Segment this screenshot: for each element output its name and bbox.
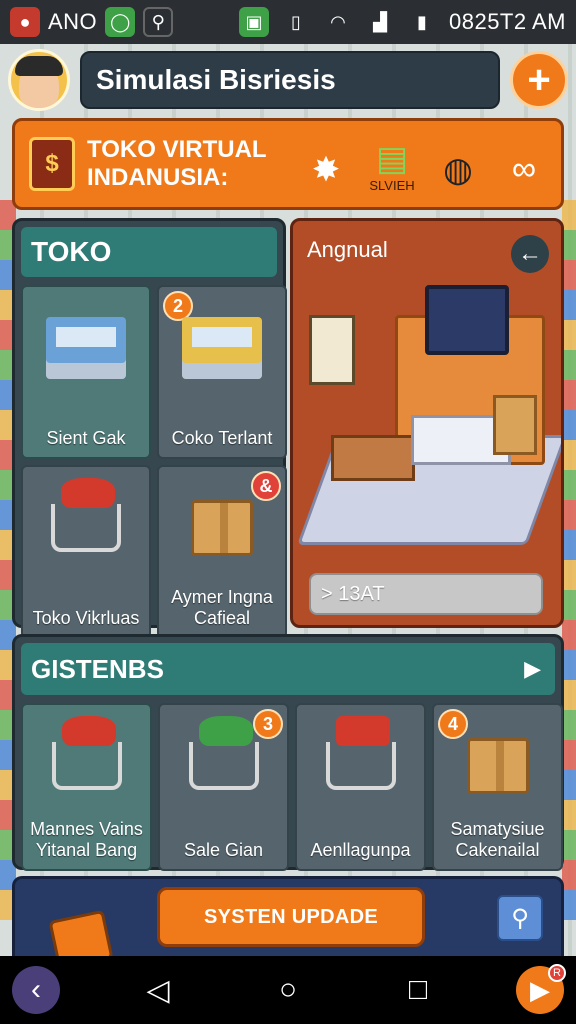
display-stand-icon — [182, 317, 262, 379]
battery-icon: ▮ — [417, 11, 427, 32]
play-icon: ▶ — [530, 974, 550, 1005]
battery-outline-icon: ▯ — [291, 11, 301, 32]
chevron-left-icon[interactable]: ‹ — [12, 966, 60, 1014]
banner-title-line2: INDANUSIA: — [87, 164, 229, 191]
desk-icon — [331, 435, 415, 481]
system-update-button[interactable]: SYSTEN UPDADE — [157, 887, 425, 947]
chain-link-icon[interactable]: ∞ — [501, 147, 547, 193]
tile-label: Sient Gak — [46, 428, 126, 448]
android-icon: ▣ — [238, 7, 269, 37]
toko-tile-display[interactable]: 2 Coko Terlant — [157, 285, 287, 459]
toko-heading: TOKO — [21, 227, 277, 277]
coin-stack-icon[interactable]: ◍ — [435, 147, 481, 193]
poster-icon — [309, 315, 355, 385]
tv-screen-icon — [425, 285, 509, 355]
navigation-bar: ‹ ◁ ○ □ ▶ R — [0, 956, 576, 1024]
avatar[interactable] — [8, 49, 70, 111]
add-button[interactable]: + — [510, 51, 568, 109]
toko-tile-store[interactable]: Sient Gak — [21, 285, 151, 459]
tile-label: Toko Vikrluas — [32, 608, 140, 628]
toko-tile-box[interactable]: & Aymer Ingna Cafieal — [157, 465, 287, 639]
signal-icon: ▟ — [373, 11, 387, 32]
boxes-icon — [493, 395, 537, 455]
search-icon: ⚲ — [143, 7, 174, 37]
tile-label: Aymer Ingna Cafieal — [171, 587, 273, 628]
toko-tile-cart[interactable]: Toko Vikrluas — [21, 465, 151, 639]
gist-tile-box[interactable]: 4 Samatysiue Cakenailal — [432, 703, 563, 871]
play-badge: R — [548, 964, 566, 982]
gist-tile-sale[interactable]: 3 Sale Gian — [158, 703, 289, 871]
gistenbs-heading: GISTENBS ▶ — [21, 643, 555, 695]
store-logo-icon: $ — [29, 137, 75, 191]
gist-tile-cart[interactable]: Mannes Vains Yitanal Bang — [21, 703, 152, 871]
tile-label: Aenllagunpa — [310, 840, 411, 860]
gistenbs-heading-text: GISTENBS — [31, 653, 164, 684]
header: Simulasi Bisriesis + — [8, 46, 568, 114]
store-scene-illustration — [296, 285, 561, 555]
tile-label: Mannes Vains Yitanal Bang — [30, 819, 143, 860]
tile-label: Coko Terlant — [171, 428, 273, 448]
location-pin-icon[interactable]: ⚲ — [497, 895, 543, 941]
banner-title: TOKO VIRTUAL INDANUSIA: — [87, 136, 267, 192]
star-icon[interactable]: ✸ — [303, 147, 349, 193]
notification-icon: ● — [10, 7, 40, 37]
cash-label: SLVIEH — [369, 177, 415, 193]
cash-icon[interactable]: ▤ — [369, 136, 415, 182]
toko-panel: TOKO Sient Gak 2 Coko Terlant Toko Vikrl… — [12, 218, 287, 639]
tile-label: Sale Gian — [183, 840, 264, 860]
tile-label: Samatysiue Cakenailal — [450, 819, 545, 860]
back-triangle-icon[interactable]: ◁ — [138, 970, 178, 1010]
angnual-action-button[interactable]: > 13AT — [309, 573, 543, 615]
back-arrow-button[interactable]: ← — [511, 235, 549, 273]
recents-square-icon[interactable]: □ — [398, 970, 438, 1010]
play-arrow-icon[interactable]: ▶ — [524, 656, 541, 682]
store-icon — [46, 317, 126, 379]
basket-icon — [325, 716, 396, 790]
update-bar: SYSTEN UPDADE ⚲ — [12, 876, 564, 971]
shopping-cart-icon — [51, 478, 121, 552]
package-box-icon — [466, 738, 529, 794]
produce-cart-icon — [51, 716, 122, 790]
play-button[interactable]: ▶ R — [516, 964, 566, 1014]
gistenbs-panel: GISTENBS ▶ Mannes Vains Yitanal Bang 3 S… — [12, 634, 564, 871]
status-app-label: ANO — [48, 9, 98, 34]
status-time: 0825T2 AM — [448, 9, 566, 34]
cash-cart-icon — [188, 716, 259, 790]
angnual-panel: Angnual ← > 13AT — [290, 218, 564, 628]
status-bar: ● ANO ◯ ⚲ ▣ ▯ ◠ ▟ ▮ 0825T2 AM — [0, 0, 576, 44]
page-title: Simulasi Bisriesis — [80, 51, 500, 109]
wifi-icon: ◠ — [330, 11, 346, 32]
green-app-icon: ◯ — [105, 7, 136, 37]
store-banner: $ TOKO VIRTUAL INDANUSIA: ✸ ▤ SLVIEH ◍ ∞ — [12, 118, 564, 210]
angnual-title: Angnual — [307, 237, 388, 262]
gist-tile-basket[interactable]: Aenllagunpa — [295, 703, 426, 871]
package-box-icon — [191, 500, 253, 556]
home-circle-icon[interactable]: ○ — [268, 970, 308, 1010]
banner-title-line1: TOKO VIRTUAL — [87, 136, 267, 163]
